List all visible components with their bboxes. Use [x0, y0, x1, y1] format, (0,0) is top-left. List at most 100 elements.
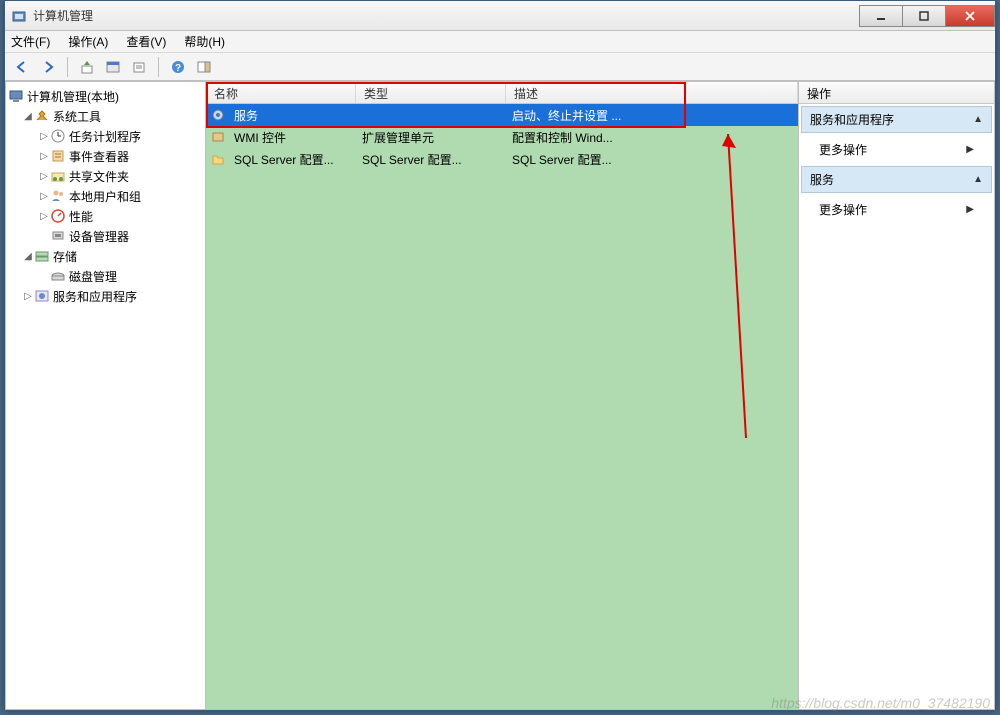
list-row[interactable]: SQL Server 配置... SQL Server 配置... SQL Se…	[206, 148, 798, 170]
expand-icon[interactable]: ▷	[38, 211, 50, 222]
action-section-services-apps[interactable]: 服务和应用程序 ▲	[801, 106, 992, 133]
cell-type: 扩展管理单元	[354, 129, 504, 146]
action-pane-title: 操作	[799, 82, 994, 104]
collapse-icon[interactable]: ◢	[22, 251, 34, 262]
action-item-label: 更多操作	[819, 141, 867, 158]
tree-label: 性能	[69, 208, 93, 225]
list-pane: 名称 类型 描述 服务 启动、终止并设置 ... WMI 控件 扩展管理单元 配…	[206, 82, 799, 709]
menu-file[interactable]: 文件(F)	[11, 33, 50, 50]
content-area: 计算机管理(本地) ◢ 系统工具 ▷ 任务计划程序 ▷ 事件查看器 ▷ 共享文件…	[5, 81, 995, 710]
toolbar: ?	[5, 53, 995, 81]
action-more-2[interactable]: 更多操作 ▶	[799, 195, 994, 224]
tree-label: 系统工具	[53, 108, 101, 125]
menubar: 文件(F) 操作(A) 查看(V) 帮助(H)	[5, 31, 995, 53]
toolbar-separator	[158, 57, 159, 77]
cell-type: SQL Server 配置...	[354, 151, 504, 168]
cell-name: SQL Server 配置...	[226, 151, 354, 168]
performance-icon	[50, 208, 66, 224]
expand-icon[interactable]: ▷	[38, 171, 50, 182]
submenu-triangle-icon: ▶	[966, 144, 974, 155]
window-title: 计算机管理	[33, 7, 860, 24]
maximize-button[interactable]	[902, 5, 946, 27]
export-button[interactable]	[128, 56, 150, 78]
minimize-button[interactable]	[859, 5, 903, 27]
titlebar: 计算机管理	[5, 1, 995, 31]
list-row[interactable]: 服务 启动、终止并设置 ...	[206, 104, 798, 126]
folder-icon	[210, 151, 226, 167]
list-header: 名称 类型 描述	[206, 82, 798, 104]
tree-shared-folders[interactable]: ▷ 共享文件夹	[8, 166, 203, 186]
users-icon	[50, 188, 66, 204]
disk-icon	[50, 268, 66, 284]
back-button[interactable]	[11, 56, 33, 78]
tree-pane: 计算机管理(本地) ◢ 系统工具 ▷ 任务计划程序 ▷ 事件查看器 ▷ 共享文件…	[6, 82, 206, 709]
watermark: https://blog.csdn.net/m0_37482190	[771, 695, 990, 711]
action-section-services[interactable]: 服务 ▲	[801, 166, 992, 193]
services-apps-icon	[34, 288, 50, 304]
tree-label: 事件查看器	[69, 148, 129, 165]
svg-text:?: ?	[175, 63, 181, 74]
action-pane: 操作 服务和应用程序 ▲ 更多操作 ▶ 服务 ▲ 更多操作 ▶	[799, 82, 994, 709]
expand-icon[interactable]: ▷	[22, 291, 34, 302]
up-button[interactable]	[76, 56, 98, 78]
toolbar-separator	[67, 57, 68, 77]
tree-services-apps[interactable]: ▷ 服务和应用程序	[8, 286, 203, 306]
tools-icon	[34, 108, 50, 124]
cell-desc: SQL Server 配置...	[504, 151, 798, 168]
tree-label: 任务计划程序	[69, 128, 141, 145]
expand-icon[interactable]: ▷	[38, 191, 50, 202]
event-icon	[50, 148, 66, 164]
collapse-triangle-icon: ▲	[973, 174, 983, 185]
tree-device-manager[interactable]: 设备管理器	[8, 226, 203, 246]
list-body[interactable]: 服务 启动、终止并设置 ... WMI 控件 扩展管理单元 配置和控制 Wind…	[206, 104, 798, 709]
tree-label: 磁盘管理	[69, 268, 117, 285]
submenu-triangle-icon: ▶	[966, 204, 974, 215]
tree-root[interactable]: 计算机管理(本地)	[8, 86, 203, 106]
computer-icon	[8, 88, 24, 104]
tree-label: 存储	[53, 248, 77, 265]
forward-button[interactable]	[37, 56, 59, 78]
tree-event-viewer[interactable]: ▷ 事件查看器	[8, 146, 203, 166]
properties-button[interactable]	[102, 56, 124, 78]
action-item-label: 更多操作	[819, 201, 867, 218]
expand-icon[interactable]: ▷	[38, 131, 50, 142]
tree-label: 共享文件夹	[69, 168, 129, 185]
menu-help[interactable]: 帮助(H)	[184, 33, 225, 50]
gear-icon	[210, 107, 226, 123]
action-section-label: 服务	[810, 171, 834, 188]
tree-label: 本地用户和组	[69, 188, 141, 205]
close-button[interactable]	[945, 5, 995, 27]
column-desc[interactable]: 描述	[506, 82, 798, 103]
expand-icon[interactable]: ▷	[38, 151, 50, 162]
action-more-1[interactable]: 更多操作 ▶	[799, 135, 994, 164]
menu-view[interactable]: 查看(V)	[126, 33, 166, 50]
help-button[interactable]: ?	[167, 56, 189, 78]
cell-name: WMI 控件	[226, 129, 354, 146]
action-section-label: 服务和应用程序	[810, 111, 894, 128]
wmi-icon	[210, 129, 226, 145]
window-controls	[860, 5, 995, 27]
collapse-triangle-icon: ▲	[973, 114, 983, 125]
tree-label: 服务和应用程序	[53, 288, 137, 305]
menu-action[interactable]: 操作(A)	[68, 33, 108, 50]
tree-storage[interactable]: ◢ 存储	[8, 246, 203, 266]
column-type[interactable]: 类型	[356, 82, 506, 103]
app-icon	[11, 8, 27, 24]
cell-name: 服务	[226, 107, 354, 124]
tree-performance[interactable]: ▷ 性能	[8, 206, 203, 226]
share-icon	[50, 168, 66, 184]
tree-disk-management[interactable]: 磁盘管理	[8, 266, 203, 286]
clock-icon	[50, 128, 66, 144]
column-name[interactable]: 名称	[206, 82, 356, 103]
collapse-icon[interactable]: ◢	[22, 111, 34, 122]
device-icon	[50, 228, 66, 244]
tree-local-users[interactable]: ▷ 本地用户和组	[8, 186, 203, 206]
tree-label: 计算机管理(本地)	[27, 88, 119, 105]
cell-desc: 启动、终止并设置 ...	[504, 107, 798, 124]
cell-desc: 配置和控制 Wind...	[504, 129, 798, 146]
tree-system-tools[interactable]: ◢ 系统工具	[8, 106, 203, 126]
show-hide-button[interactable]	[193, 56, 215, 78]
list-row[interactable]: WMI 控件 扩展管理单元 配置和控制 Wind...	[206, 126, 798, 148]
tree-task-scheduler[interactable]: ▷ 任务计划程序	[8, 126, 203, 146]
storage-icon	[34, 248, 50, 264]
